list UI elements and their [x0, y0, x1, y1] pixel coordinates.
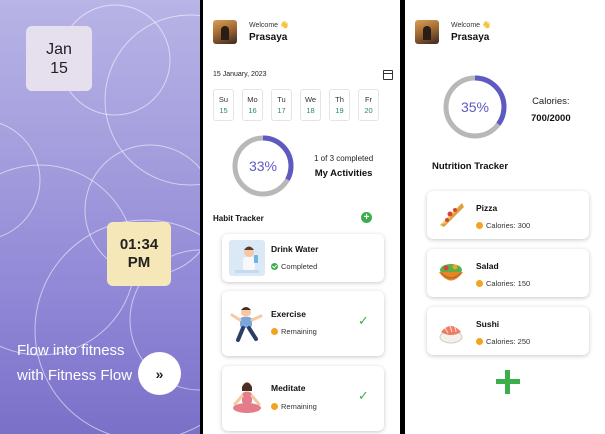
user-name: Prasaya: [451, 32, 490, 43]
habit-status-text: Completed: [281, 262, 318, 271]
calories-info-icon: [476, 338, 483, 345]
day-number: 18: [306, 106, 315, 115]
drink-water-illustration-icon: [229, 240, 265, 276]
habit-card-meditate[interactable]: Meditate Remaining ✓: [222, 366, 384, 431]
calories-value: 700/2000: [531, 113, 571, 124]
food-name: Salad: [476, 261, 499, 271]
date-day: 15: [50, 59, 68, 77]
food-name: Sushi: [476, 319, 500, 329]
habit-name: Meditate: [271, 383, 306, 393]
date-month: Jan: [46, 40, 72, 58]
calendar-icon[interactable]: [383, 70, 393, 80]
time-hour: 01:34: [119, 236, 159, 253]
activities-title: My Activities: [314, 168, 373, 179]
habit-card-drink-water[interactable]: Drink Water Completed: [222, 234, 384, 282]
food-card-sushi[interactable]: Sushi Calories: 250: [427, 307, 589, 355]
completed-count: 1 of 3 completed: [314, 154, 374, 163]
nutrition-screen: Welcome 👋 Prasaya 35% Calories: 700/2000…: [405, 0, 605, 434]
habit-card-exercise[interactable]: Exercise Remaining ✓: [222, 291, 384, 356]
day-number: 20: [364, 106, 373, 115]
mark-complete-check-icon[interactable]: ✓: [358, 388, 369, 404]
time-card: 01:34 PM: [107, 222, 171, 286]
food-calories: Calories: 300: [476, 221, 530, 230]
habit-status: Remaining: [271, 327, 317, 336]
day-number: 16: [248, 106, 257, 115]
user-name: Prasaya: [249, 32, 288, 43]
pizza-icon: [440, 203, 464, 227]
day-chip[interactable]: Tu 17: [271, 89, 292, 121]
nutrition-tracker-title: Nutrition Tracker: [432, 161, 509, 172]
habit-status-text: Remaining: [281, 402, 317, 411]
progress-percent: 35%: [460, 99, 490, 115]
food-calories-text: Calories: 300: [486, 221, 531, 230]
activity-summary: 1 of 3 completed My Activities: [314, 154, 373, 179]
sushi-icon: [439, 325, 463, 344]
mark-complete-check-icon[interactable]: ✓: [358, 313, 369, 329]
food-card-salad[interactable]: Salad Calories: 150: [427, 249, 589, 297]
activities-screen: Welcome 👋 Prasaya 15 January, 2023 Su 15 …: [203, 0, 400, 434]
food-calories-text: Calories: 150: [486, 279, 531, 288]
tagline: Flow into fitness with Fitness Flow: [17, 342, 133, 384]
remaining-icon: [271, 403, 278, 410]
day-chip[interactable]: Su 15: [213, 89, 234, 121]
next-button[interactable]: »: [138, 352, 181, 395]
habit-tracker-title: Habit Tracker: [213, 214, 264, 223]
progress-percent: 33%: [248, 158, 278, 174]
day-name: We: [304, 95, 317, 104]
habit-status: Completed: [271, 262, 317, 271]
day-chip[interactable]: Fr 20: [358, 89, 379, 121]
day-chip[interactable]: We 18: [300, 89, 321, 121]
user-header: Welcome 👋 Prasaya: [213, 20, 289, 44]
calories-label: Calories:: [532, 96, 570, 107]
food-calories: Calories: 150: [476, 279, 530, 288]
day-chip[interactable]: Th 19: [329, 89, 350, 121]
welcome-text: Welcome 👋: [451, 22, 491, 29]
add-food-plus-icon[interactable]: [496, 370, 520, 394]
time-meridiem: PM: [127, 254, 151, 271]
day-number: 17: [277, 106, 286, 115]
calories-info-icon: [476, 280, 483, 287]
user-header: Welcome 👋 Prasaya: [415, 20, 491, 44]
avatar[interactable]: [415, 20, 439, 44]
calorie-summary: Calories: 700/2000: [531, 96, 571, 124]
day-name: Su: [218, 95, 229, 104]
remaining-icon: [271, 328, 278, 335]
day-name: Tu: [277, 95, 286, 104]
day-number: 15: [219, 106, 228, 115]
completed-icon: [271, 263, 278, 270]
welcome-text: Welcome 👋: [249, 22, 289, 29]
exercise-illustration-icon: [230, 307, 263, 342]
avatar[interactable]: [213, 20, 237, 44]
food-calories: Calories: 250: [476, 337, 530, 346]
day-name: Mo: [247, 95, 258, 104]
splash-screen: Jan 15 01:34 PM Flow into fitness with F…: [0, 0, 200, 434]
habit-name: Drink Water: [271, 244, 319, 254]
day-name: Fr: [364, 95, 373, 104]
add-habit-button[interactable]: +: [361, 212, 372, 223]
date-card: Jan 15: [26, 26, 92, 91]
current-date: 15 January, 2023: [213, 71, 267, 78]
day-chip[interactable]: Mo 16: [242, 89, 263, 121]
week-day-selector: Su 15 Mo 16 Tu 17 We 18 Th 19 Fr 20: [213, 89, 379, 121]
salad-icon: [439, 264, 463, 281]
activity-progress-ring: 33%: [230, 133, 296, 199]
calorie-progress-ring: 35%: [441, 73, 509, 141]
habit-status-text: Remaining: [281, 327, 317, 336]
food-calories-text: Calories: 250: [486, 337, 531, 346]
day-name: Th: [335, 95, 344, 104]
day-number: 19: [335, 106, 344, 115]
food-card-pizza[interactable]: Pizza Calories: 300: [427, 191, 589, 239]
food-name: Pizza: [476, 203, 498, 213]
calories-info-icon: [476, 222, 483, 229]
habit-name: Exercise: [271, 309, 306, 319]
habit-status: Remaining: [271, 402, 317, 411]
meditate-illustration-icon: [233, 382, 261, 413]
